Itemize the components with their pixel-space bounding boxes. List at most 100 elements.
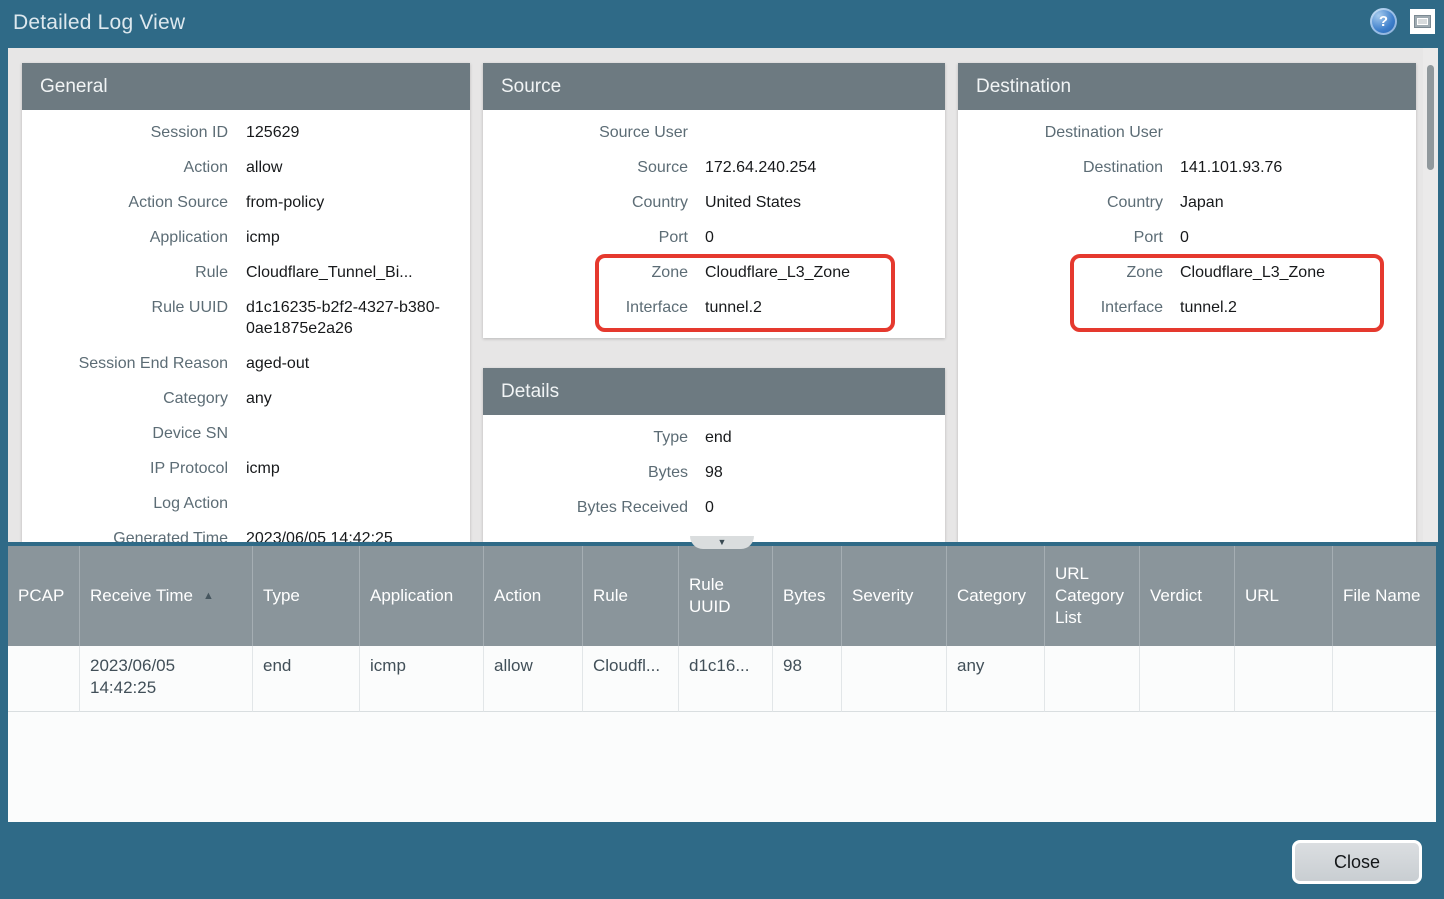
field-value: 0 — [705, 497, 945, 518]
field-value: 0 — [705, 227, 945, 248]
column-header-verdict[interactable]: Verdict — [1140, 546, 1235, 646]
cell-category: any — [947, 646, 1045, 712]
details-panel-body: Typeend Bytes98 Bytes Received0 — [483, 415, 945, 518]
window-glyph — [1414, 15, 1431, 28]
cell-url — [1235, 646, 1333, 712]
field-label: Destination User — [958, 122, 1163, 143]
field-value: tunnel.2 — [705, 297, 945, 318]
column-header-url[interactable]: URL — [1235, 546, 1333, 646]
field-label: Session ID — [22, 122, 228, 143]
column-header-receive-time[interactable]: Receive Time▲ — [80, 546, 253, 646]
field-value: Cloudflare_L3_Zone — [705, 262, 945, 283]
column-header-category[interactable]: Category — [947, 546, 1045, 646]
log-detail-scroll-area: General Session ID 125629 Action allow Act… — [8, 48, 1438, 542]
field-value: 98 — [705, 462, 945, 483]
cell-receive-time: 2023/06/05 14:42:25 — [80, 646, 253, 712]
cell-rule-uuid: d1c16... — [679, 646, 773, 712]
field-label: Source — [483, 157, 688, 178]
field-row-rule-uuid: Rule UUIDd1c16235-b2f2-4327-b380-0ae1875… — [22, 297, 470, 339]
general-panel: General Session ID 125629 Action allow Act… — [22, 63, 470, 542]
field-label: Application — [22, 227, 228, 248]
field-label: Interface — [958, 297, 1163, 318]
page-title: Detailed Log View — [13, 11, 185, 35]
field-label: Rule — [22, 262, 228, 283]
general-panel-body: Session ID 125629 Action allow Action Sour… — [22, 110, 470, 542]
column-header-application[interactable]: Application — [360, 546, 484, 646]
field-value: any — [246, 388, 470, 409]
field-value — [246, 493, 470, 514]
field-value — [246, 423, 470, 444]
cell-file-name — [1333, 646, 1436, 712]
field-value: icmp — [246, 458, 470, 479]
field-row-destination-user: Destination User — [958, 122, 1416, 143]
column-header-rule[interactable]: Rule — [583, 546, 679, 646]
field-value: United States — [705, 192, 945, 213]
maximize-window-icon[interactable] — [1410, 9, 1435, 34]
field-label: Source User — [483, 122, 688, 143]
field-label: Destination — [958, 157, 1163, 178]
field-label: Action — [22, 157, 228, 178]
chevron-down-icon: ▼ — [718, 536, 727, 549]
field-label: Log Action — [22, 493, 228, 514]
details-panel-header: Details — [483, 368, 945, 415]
field-label: Zone — [483, 262, 688, 283]
field-row-log-action: Log Action — [22, 493, 470, 514]
field-value: Cloudflare_L3_Zone — [1180, 262, 1416, 283]
column-header-file-name[interactable]: File Name — [1333, 546, 1436, 646]
field-row-session-end-reason: Session End Reason aged-out — [22, 353, 470, 374]
field-value: allow — [246, 157, 470, 178]
table-row[interactable]: 2023/06/05 14:42:25 end icmp allow Cloud… — [8, 646, 1436, 712]
field-label: Bytes Received — [483, 497, 688, 518]
cell-rule: Cloudfl... — [583, 646, 679, 712]
titlebar-icons: ? — [1370, 8, 1435, 35]
close-button[interactable]: Close — [1292, 840, 1422, 884]
field-label: Interface — [483, 297, 688, 318]
field-row-source-user: Source User — [483, 122, 945, 143]
cell-bytes: 98 — [773, 646, 842, 712]
destination-panel: Destination Destination User Destination… — [958, 63, 1416, 542]
field-row-rule: Rule Cloudflare_Tunnel_Bi... — [22, 262, 470, 283]
source-panel: Source Source User Source172.64.240.254 … — [483, 63, 945, 338]
cell-pcap — [8, 646, 80, 712]
field-row-country: CountryJapan — [958, 192, 1416, 213]
column-header-url-category-list[interactable]: URL Category List — [1045, 546, 1140, 646]
scrollbar-track[interactable] — [1423, 48, 1438, 542]
field-row-action-source: Action Sourcefrom-policy — [22, 192, 470, 213]
help-icon[interactable]: ? — [1370, 8, 1397, 35]
field-row-device-sn: Device SN — [22, 423, 470, 444]
sort-ascending-icon: ▲ — [203, 585, 214, 607]
field-value: icmp — [246, 227, 470, 248]
field-row-ip-protocol: IP Protocol icmp — [22, 458, 470, 479]
cell-url-category-list — [1045, 646, 1140, 712]
field-label: IP Protocol — [22, 458, 228, 479]
log-table-header: PCAP Receive Time▲ Type Application Acti… — [8, 546, 1436, 646]
column-header-severity[interactable]: Severity — [842, 546, 947, 646]
cell-verdict — [1140, 646, 1235, 712]
collapse-handle[interactable]: ▼ — [690, 536, 754, 549]
field-value: 0 — [1180, 227, 1416, 248]
column-header-action[interactable]: Action — [484, 546, 583, 646]
field-label: Country — [483, 192, 688, 213]
general-panel-header: General — [22, 63, 470, 110]
column-header-pcap[interactable]: PCAP — [8, 546, 80, 646]
column-header-bytes[interactable]: Bytes — [773, 546, 842, 646]
field-value: 125629 — [246, 122, 470, 143]
field-label: Port — [483, 227, 688, 248]
destination-panel-header: Destination — [958, 63, 1416, 110]
field-row-bytes: Bytes 98 — [483, 462, 945, 483]
field-value: Cloudflare_Tunnel_Bi... — [246, 262, 470, 283]
field-label: Device SN — [22, 423, 228, 444]
column-header-rule-uuid[interactable]: Rule UUID — [679, 546, 773, 646]
field-value: Japan — [1180, 192, 1416, 213]
scrollbar-thumb[interactable] — [1427, 65, 1434, 170]
field-value: d1c16235-b2f2-4327-b380-0ae1875e2a26 — [246, 297, 470, 339]
field-label: Bytes — [483, 462, 688, 483]
field-label: Category — [22, 388, 228, 409]
field-row-generated-time: Generated Time2023/06/05 14:42:25 — [22, 528, 470, 542]
field-value: 2023/06/05 14:42:25 — [246, 528, 470, 542]
field-value: aged-out — [246, 353, 470, 374]
field-value: tunnel.2 — [1180, 297, 1416, 318]
field-label: Port — [958, 227, 1163, 248]
column-header-type[interactable]: Type — [253, 546, 360, 646]
field-label: Session End Reason — [22, 353, 228, 374]
